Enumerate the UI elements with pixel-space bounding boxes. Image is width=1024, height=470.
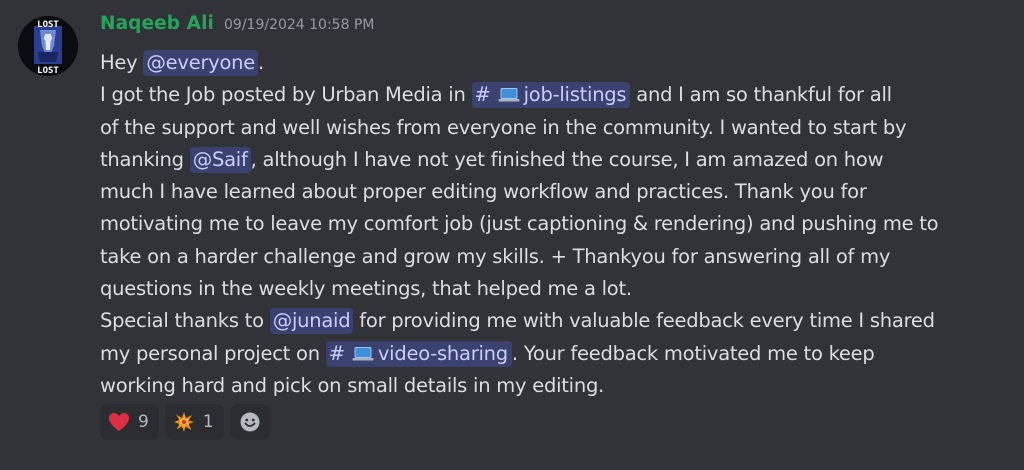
lost-logo-avatar-icon: LOST LOST [18,16,78,76]
channel-hash-icon: # [474,83,491,107]
text-span: , although I have not yet finished the c… [250,147,884,171]
message-header: Naqeeb Ali 09/19/2024 10:58 PM [100,13,374,49]
mention-saif[interactable]: @Saif [189,146,251,173]
collision-icon [173,412,194,432]
message-line: questions in the weekly meetings, that h… [100,277,632,301]
message-line: motivating me to leave my comfort job (j… [100,212,939,236]
username[interactable]: Naqeeb Ali [100,13,214,34]
channel-link-video-sharing[interactable]: # video-sharing [325,340,512,367]
laptop-icon [498,88,520,102]
avatar-text-top: LOST [37,20,59,30]
message-line: Special thanks to @junaid for providing … [100,305,990,337]
reaction-count: 1 [202,412,214,432]
reactions-bar: 9 1 [100,404,270,440]
message-line: my personal project on # video-sharing. Y… [100,338,990,370]
text-span: for providing me with valuable feedback … [353,309,935,333]
message-line: take on a harder challenge and grow my s… [100,244,891,268]
message-line: of the support and well wishes from ever… [100,115,907,139]
text-span: I got the Job posted by Urban Media in [100,83,472,107]
message-content: Hey @everyone. I got the Job posted by U… [100,47,990,402]
message-line: working hard and pick on small details i… [100,373,605,397]
text-span: Hey [100,51,144,74]
laptop-icon [352,346,374,361]
reaction-count: 9 [138,412,149,432]
avatar-text-bottom: LOST [37,66,59,76]
reaction-collision[interactable]: 1 [164,404,224,440]
reaction-heart[interactable]: 9 [100,404,159,440]
message-line: much I have learned about proper editing… [100,180,867,204]
channel-link-job-listings[interactable]: # job-listings [471,82,631,109]
text-span: . Your feedback motivated me to keep [511,341,875,365]
text-span: and I am so thankful for all [630,83,892,107]
message-line: Hey @everyone. [100,47,990,79]
add-reaction-icon [240,412,260,432]
red-heart-icon [109,413,129,431]
text-span: my personal project on [100,341,326,365]
channel-name: video-sharing [377,341,508,365]
text-span: Special thanks to [100,309,270,333]
channel-name: job-listings [523,83,627,107]
avatar[interactable]: LOST LOST [18,16,78,76]
mention-everyone[interactable]: @everyone [143,50,259,76]
text-span: . [258,51,264,74]
mention-junaid[interactable]: @junaid [269,308,354,335]
add-reaction-button[interactable] [229,404,270,440]
timestamp[interactable]: 09/19/2024 10:58 PM [224,17,374,33]
message-line: I got the Job posted by Urban Media in #… [100,79,990,111]
message-line: thanking @Saif, although I have not yet … [100,144,990,176]
chat-message: LOST LOST Naqeeb Ali 09/19/2024 10:58 PM… [0,0,1024,470]
channel-hash-icon: # [328,341,345,365]
text-span: thanking [100,147,190,171]
